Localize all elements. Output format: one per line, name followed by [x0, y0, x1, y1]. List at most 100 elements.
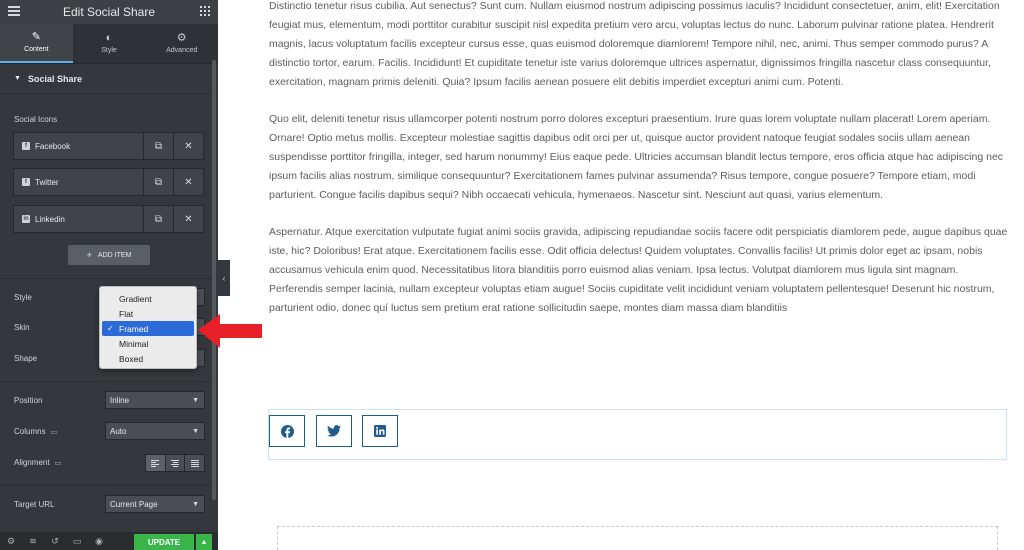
align-justify-icon[interactable]	[184, 455, 205, 471]
option-framed[interactable]: ✓ Framed	[102, 321, 194, 336]
align-center-icon[interactable]	[164, 455, 185, 471]
target-url-value: Current Page	[110, 499, 158, 509]
contrast-icon: ◐	[105, 32, 113, 44]
add-item-label: ADD ITEM	[97, 251, 132, 259]
option-flat[interactable]: Flat	[102, 306, 194, 321]
red-arrow-annotation-icon	[198, 314, 262, 348]
repeater-item-title[interactable]: t Twitter	[14, 169, 143, 195]
pencil-icon: ✎	[31, 31, 41, 43]
panel-header: Edit Social Share	[0, 0, 218, 24]
facebook-icon	[280, 424, 294, 438]
tab-content-label: Content	[24, 46, 49, 53]
duplicate-icon[interactable]: ⧉	[143, 133, 173, 159]
skin-dropdown-menu: Gradient Flat ✓ Framed Minimal Boxed	[99, 286, 197, 369]
position-label: Position	[14, 396, 43, 405]
tab-style-label: Style	[101, 47, 117, 54]
responsive-icon[interactable]: ▭	[66, 536, 88, 547]
gear-icon: ⚙	[176, 32, 187, 44]
option-minimal[interactable]: Minimal	[102, 336, 194, 351]
editor-panel: Edit Social Share ✎ Content ◐ Style ⚙ Ad…	[0, 0, 218, 550]
repeater-item-label: Facebook	[35, 141, 71, 151]
align-left-icon[interactable]	[146, 455, 165, 471]
paragraph: Aspernatur. Atque exercitation vulputate…	[269, 226, 1008, 314]
position-value: Inline	[110, 395, 130, 405]
repeater-item-title[interactable]: in Linkedin	[14, 206, 143, 232]
option-gradient[interactable]: Gradient	[102, 291, 194, 306]
update-button[interactable]: UPDATE	[134, 534, 194, 550]
linkedin-icon	[374, 425, 386, 437]
target-url-label: Target URL	[14, 500, 55, 509]
history-icon[interactable]: ↺	[44, 536, 66, 547]
facebook-icon: f	[22, 142, 30, 150]
twitter-icon: t	[22, 178, 30, 186]
repeater-item-facebook[interactable]: f Facebook ⧉ ✕	[13, 132, 204, 160]
option-label: Boxed	[119, 353, 144, 364]
shape-label: Shape	[14, 354, 38, 363]
settings-icon[interactable]: ⚙	[0, 536, 22, 547]
share-linkedin-button[interactable]	[362, 415, 398, 447]
alignment-label-wrap: Alignment ▭	[14, 458, 61, 467]
panel-scrollbar[interactable]	[212, 60, 216, 500]
social-icons-label: Social Icons	[14, 115, 58, 124]
columns-value: Auto	[110, 426, 127, 436]
desktop-icon[interactable]: ▭	[51, 429, 58, 436]
repeater-item-title[interactable]: f Facebook	[14, 133, 143, 159]
position-select[interactable]: Inline ▼	[105, 391, 205, 409]
tab-content[interactable]: ✎ Content	[0, 24, 73, 63]
divider	[0, 278, 218, 279]
desktop-icon[interactable]: ▭	[55, 460, 62, 467]
divider	[0, 484, 218, 485]
repeater-item-label: Twitter	[35, 177, 59, 187]
repeater-item-linkedin[interactable]: in Linkedin ⧉ ✕	[13, 205, 204, 233]
close-icon[interactable]: ✕	[173, 169, 203, 195]
paragraph: Quo elit, deleniti tenetur risus ullamco…	[269, 113, 1004, 201]
share-facebook-button[interactable]	[269, 415, 305, 447]
option-label: Gradient	[119, 293, 152, 304]
update-options-icon[interactable]: ▲	[196, 534, 212, 550]
duplicate-icon[interactable]: ⧉	[143, 169, 173, 195]
columns-label: Columns	[14, 427, 46, 436]
section-social-share[interactable]: ▼ Social Share	[0, 64, 218, 94]
style-label: Style	[14, 293, 32, 302]
close-icon[interactable]: ✕	[173, 133, 203, 159]
option-label: Flat	[119, 308, 134, 319]
hamburger-icon[interactable]	[8, 6, 20, 18]
panel-tabs: ✎ Content ◐ Style ⚙ Advanced	[0, 24, 218, 64]
skin-label: Skin	[14, 323, 30, 332]
divider	[0, 381, 218, 382]
page-content: Distinctio tenetur risus cubilia. Aut se…	[269, 0, 1009, 336]
twitter-icon	[327, 425, 341, 437]
empty-section-placeholder[interactable]	[277, 526, 998, 550]
columns-label-wrap: Columns ▭	[14, 427, 57, 436]
linkedin-icon: in	[22, 215, 30, 223]
target-url-select[interactable]: Current Page ▼	[105, 495, 205, 513]
tab-advanced-label: Advanced	[166, 47, 198, 54]
tab-style[interactable]: ◐ Style	[73, 24, 146, 63]
tab-advanced[interactable]: ⚙ Advanced	[145, 24, 218, 63]
chevron-down-icon: ▼	[192, 428, 199, 435]
close-icon[interactable]: ✕	[173, 206, 203, 232]
caret-down-icon: ▼	[14, 75, 21, 82]
repeater-item-twitter[interactable]: t Twitter ⧉ ✕	[13, 168, 204, 196]
option-boxed[interactable]: Boxed	[102, 351, 194, 366]
alignment-choices	[145, 454, 205, 472]
layers-icon[interactable]: ≋	[22, 536, 44, 547]
option-label: Minimal	[119, 338, 149, 349]
duplicate-icon[interactable]: ⧉	[143, 206, 173, 232]
plus-icon: +	[86, 250, 92, 260]
paragraph: Distinctio tenetur risus cubilia. Aut se…	[269, 0, 1000, 88]
checkmark-icon: ✓	[107, 324, 114, 333]
add-item-button[interactable]: + ADD ITEM	[68, 245, 150, 265]
alignment-label: Alignment	[14, 458, 50, 467]
panel-title: Edit Social Share	[62, 5, 156, 19]
collapse-panel-icon[interactable]: ‹	[218, 260, 230, 296]
chevron-down-icon: ▼	[192, 397, 199, 404]
option-label: Framed	[119, 323, 149, 334]
columns-select[interactable]: Auto ▼	[105, 422, 205, 440]
share-twitter-button[interactable]	[316, 415, 352, 447]
social-share-widget	[268, 409, 1007, 460]
chevron-down-icon: ▼	[192, 501, 199, 508]
preview-eye-icon[interactable]: ◉	[88, 536, 110, 547]
apps-grid-icon[interactable]	[200, 6, 210, 16]
section-title: Social Share	[27, 73, 82, 84]
